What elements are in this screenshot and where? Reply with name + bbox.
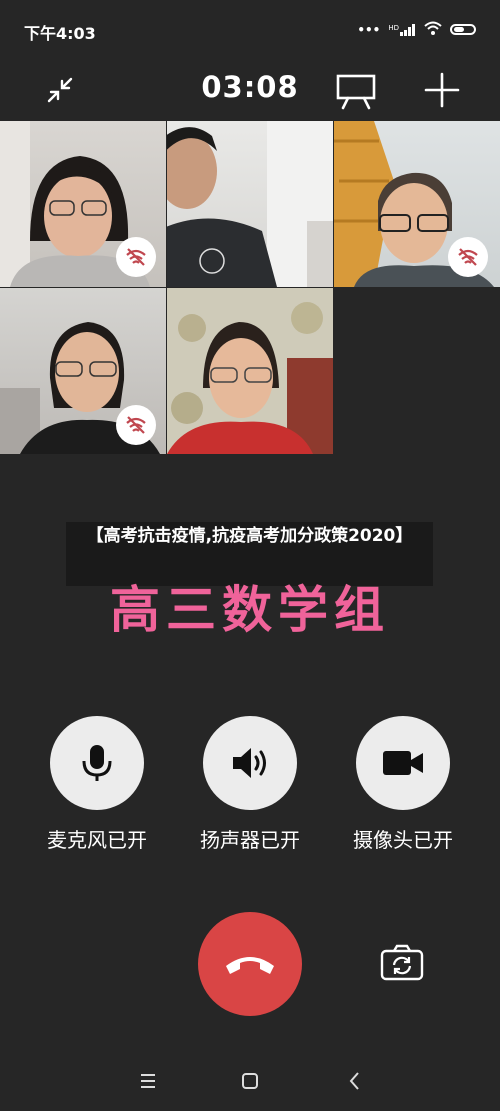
video-camera-icon — [383, 751, 423, 775]
battery-icon — [450, 24, 476, 35]
mic-label: 麦克风已开 — [47, 828, 147, 852]
phone-hangup-icon — [226, 957, 274, 974]
microphone-icon — [82, 745, 112, 781]
participant-video — [167, 288, 333, 454]
hangup-button[interactable] — [198, 912, 302, 1016]
plus-icon — [424, 72, 460, 108]
speaker-icon — [233, 748, 266, 778]
video-grid — [0, 121, 500, 455]
participant-tile[interactable] — [0, 288, 166, 454]
more-dots-icon: ••• — [357, 22, 381, 37]
mic-toggle-button[interactable] — [50, 716, 144, 810]
speaker-label: 扬声器已开 — [200, 828, 300, 852]
back-chevron-icon — [349, 1072, 359, 1090]
wifi-icon — [424, 21, 442, 38]
system-nav-bar — [0, 1051, 500, 1111]
mic-control: 麦克风已开 — [22, 716, 172, 853]
status-time: 下午4:03 — [24, 24, 96, 43]
whiteboard-button[interactable] — [334, 68, 378, 112]
participant-tile[interactable] — [167, 288, 333, 454]
recent-apps-button[interactable] — [128, 1063, 168, 1099]
camera-toggle-button[interactable] — [356, 716, 450, 810]
add-participant-button[interactable] — [420, 68, 464, 112]
home-square-icon — [242, 1073, 258, 1089]
hd-label: HD — [388, 23, 399, 32]
participant-tile[interactable] — [167, 121, 333, 287]
switch-camera-button[interactable] — [378, 943, 426, 983]
participant-tile[interactable] — [334, 121, 500, 287]
camera-label: 摄像头已开 — [353, 828, 453, 852]
home-button[interactable] — [230, 1063, 270, 1099]
status-bar: 下午4:03 ••• HD — [0, 0, 500, 60]
camera-control: 摄像头已开 — [328, 716, 478, 853]
status-icons: ••• HD — [357, 21, 476, 38]
mic-muted-icon — [116, 405, 156, 445]
call-top-bar: 03:08 — [0, 62, 500, 118]
menu-lines-icon — [141, 1074, 155, 1088]
participant-video — [167, 121, 333, 287]
mic-muted-icon — [116, 237, 156, 277]
camera-switch-icon — [380, 944, 424, 981]
mic-muted-icon — [448, 237, 488, 277]
presentation-board-icon — [336, 74, 376, 110]
speaker-toggle-button[interactable] — [203, 716, 297, 810]
signal-icon: HD — [388, 23, 416, 36]
back-button[interactable] — [335, 1063, 375, 1099]
participant-tile[interactable] — [0, 121, 166, 287]
group-name: 高三数学组 — [110, 581, 390, 639]
speaker-control: 扬声器已开 — [175, 716, 325, 853]
